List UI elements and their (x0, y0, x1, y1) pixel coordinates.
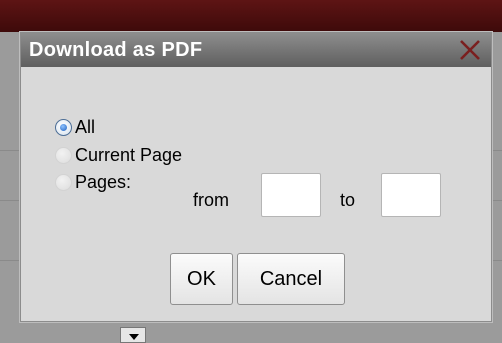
from-label: from (193, 190, 229, 210)
close-icon (460, 40, 480, 60)
to-page-input[interactable] (381, 173, 441, 217)
dialog-title: Download as PDF (29, 39, 203, 61)
radio-pages[interactable] (55, 174, 72, 191)
to-label: to (340, 190, 356, 210)
dialog-content: All Current Page Pages: from to OK Cance… (21, 67, 491, 321)
option-all[interactable]: All (55, 117, 95, 138)
option-current-page-label: Current Page (75, 145, 183, 165)
option-pages-label: Pages: (75, 172, 132, 192)
ok-button[interactable]: OK (170, 253, 233, 305)
background-dropdown-button[interactable] (120, 327, 146, 343)
close-button[interactable] (457, 35, 483, 63)
cancel-button[interactable]: Cancel (237, 253, 345, 305)
background-app-header (0, 0, 502, 32)
download-pdf-dialog: Download as PDF All Current Page Pages: … (20, 32, 492, 322)
radio-all[interactable] (55, 119, 72, 136)
option-current-page[interactable]: Current Page (55, 145, 182, 166)
option-pages[interactable]: Pages: (55, 172, 131, 193)
option-all-label: All (75, 117, 96, 137)
chevron-down-icon (129, 334, 139, 340)
from-page-input[interactable] (261, 173, 321, 217)
radio-current-page[interactable] (55, 147, 72, 164)
dialog-titlebar[interactable]: Download as PDF (21, 33, 491, 67)
